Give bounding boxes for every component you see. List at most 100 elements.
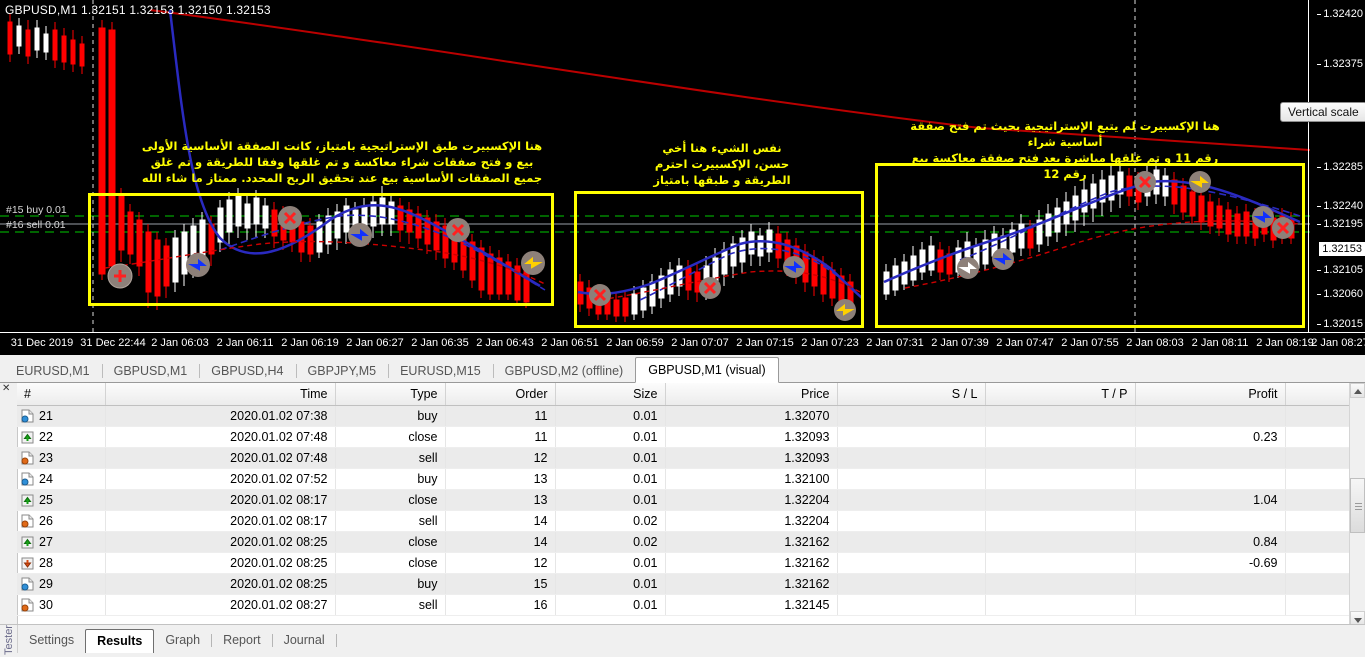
order-open-sell-icon bbox=[21, 598, 34, 612]
row-sl bbox=[837, 553, 985, 574]
row-price: 1.32162 bbox=[665, 574, 837, 595]
results-table[interactable]: # Time Type Order Size Price S / L T / P… bbox=[17, 383, 1365, 616]
col-header-order[interactable]: Order bbox=[445, 383, 555, 406]
row-sl bbox=[837, 574, 985, 595]
row-size: 0.02 bbox=[555, 532, 665, 553]
tab-settings[interactable]: Settings bbox=[18, 630, 85, 651]
row-time: 2020.01.02 08:27 bbox=[105, 595, 335, 616]
chart-tab-gbpusd-m1-visual[interactable]: GBPUSD,M1 (visual) bbox=[635, 357, 778, 383]
table-row[interactable]: 28 2020.01.02 08:25 close 12 0.01 1.3216… bbox=[17, 553, 1365, 574]
table-row[interactable]: 30 2020.01.02 08:27 sell 16 0.01 1.32145 bbox=[17, 595, 1365, 616]
chart-tab-gbpusd-h4[interactable]: GBPUSD,H4 bbox=[199, 360, 295, 382]
row-sl bbox=[837, 532, 985, 553]
row-price: 1.32204 bbox=[665, 490, 837, 511]
col-header-price[interactable]: Price bbox=[665, 383, 837, 406]
col-header-tp[interactable]: T / P bbox=[985, 383, 1135, 406]
tab-journal[interactable]: Journal bbox=[273, 630, 336, 651]
close-icon[interactable]: ✕ bbox=[2, 384, 10, 394]
time-tick: 2 Jan 07:15 bbox=[736, 337, 794, 349]
row-profit: 1.04 bbox=[1135, 490, 1285, 511]
tester-tab-bar[interactable]: Tester Settings Results Graph Report Jou… bbox=[0, 624, 1365, 653]
highlight-box-middle bbox=[574, 191, 864, 328]
order-open-buy-icon bbox=[21, 409, 34, 423]
chevron-down-icon bbox=[1354, 618, 1362, 623]
row-id-cell: 26 bbox=[17, 511, 105, 532]
table-row[interactable]: 21 2020.01.02 07:38 buy 11 0.01 1.32070 bbox=[17, 406, 1365, 427]
row-id: 28 bbox=[39, 556, 53, 570]
row-tp bbox=[985, 406, 1135, 427]
row-sl bbox=[837, 406, 985, 427]
row-id-cell: 25 bbox=[17, 490, 105, 511]
col-header-time[interactable]: Time bbox=[105, 383, 335, 406]
time-tick: 2 Jan 06:59 bbox=[606, 337, 664, 349]
row-size: 0.01 bbox=[555, 574, 665, 595]
row-sl bbox=[837, 595, 985, 616]
scroll-up-button[interactable] bbox=[1350, 383, 1365, 398]
chart-tab-gbpjpy-m5[interactable]: GBPJPY,M5 bbox=[296, 360, 389, 382]
col-header-size[interactable]: Size bbox=[555, 383, 665, 406]
table-row[interactable]: 23 2020.01.02 07:48 sell 12 0.01 1.32093 bbox=[17, 448, 1365, 469]
chart-tab-eurusd-m15[interactable]: EURUSD,M15 bbox=[388, 360, 493, 382]
price-tick: 1.32015 bbox=[1323, 318, 1363, 330]
row-profit: -0.69 bbox=[1135, 553, 1285, 574]
row-size: 0.01 bbox=[555, 490, 665, 511]
row-id-cell: 24 bbox=[17, 469, 105, 490]
col-header-type[interactable]: Type bbox=[335, 383, 445, 406]
col-header-id[interactable]: # bbox=[17, 383, 105, 406]
time-tick: 2 Jan 06:19 bbox=[281, 337, 339, 349]
row-type: close bbox=[335, 553, 445, 574]
time-scale[interactable]: 31 Dec 2019 31 Dec 22:44 2 Jan 06:03 2 J… bbox=[0, 332, 1365, 355]
price-scale[interactable]: 1.32420 1.32375 1.32330 1.32285 1.32240 … bbox=[1308, 0, 1365, 332]
chart-area[interactable]: GBPUSD,M1 1.32151 1.32153 1.32150 1.3215… bbox=[0, 0, 1365, 355]
row-tp bbox=[985, 448, 1135, 469]
col-header-sl[interactable]: S / L bbox=[837, 383, 985, 406]
row-id-cell: 27 bbox=[17, 532, 105, 553]
col-header-profit[interactable]: Profit bbox=[1135, 383, 1285, 406]
order-open-sell-icon bbox=[21, 514, 34, 528]
table-row[interactable]: 27 2020.01.02 08:25 close 14 0.02 1.3216… bbox=[17, 532, 1365, 553]
row-price: 1.32145 bbox=[665, 595, 837, 616]
results-table-body: 21 2020.01.02 07:38 buy 11 0.01 1.32070 … bbox=[17, 406, 1365, 616]
close-profit-icon bbox=[21, 430, 34, 444]
row-profit bbox=[1135, 469, 1285, 490]
close-loss-icon bbox=[21, 556, 34, 570]
metatrader-window: GBPUSD,M1 1.32151 1.32153 1.32150 1.3215… bbox=[0, 0, 1365, 653]
table-row[interactable]: 29 2020.01.02 08:25 buy 15 0.01 1.32162 bbox=[17, 574, 1365, 595]
row-order: 14 bbox=[445, 511, 555, 532]
price-tick: 1.32420 bbox=[1323, 8, 1363, 20]
close-profit-icon bbox=[21, 493, 34, 507]
time-tick: 2 Jan 06:43 bbox=[476, 337, 534, 349]
row-order: 13 bbox=[445, 490, 555, 511]
row-price: 1.32162 bbox=[665, 532, 837, 553]
row-id: 30 bbox=[39, 598, 53, 612]
results-scrollbar[interactable] bbox=[1349, 383, 1365, 626]
row-price: 1.32093 bbox=[665, 448, 837, 469]
row-tp bbox=[985, 532, 1135, 553]
row-tp bbox=[985, 469, 1135, 490]
chart-tab-eurusd-m1[interactable]: EURUSD,M1 bbox=[4, 360, 102, 382]
tab-separator bbox=[336, 634, 337, 647]
scrollbar-thumb[interactable] bbox=[1350, 478, 1365, 533]
tab-report[interactable]: Report bbox=[212, 630, 272, 651]
row-tp bbox=[985, 574, 1135, 595]
table-row[interactable]: 25 2020.01.02 08:17 close 13 0.01 1.3220… bbox=[17, 490, 1365, 511]
row-profit bbox=[1135, 448, 1285, 469]
time-tick: 2 Jan 07:31 bbox=[866, 337, 924, 349]
row-id: 22 bbox=[39, 430, 53, 444]
chart-tab-gbpusd-m1[interactable]: GBPUSD,M1 bbox=[102, 360, 200, 382]
tab-results[interactable]: Results bbox=[85, 629, 154, 653]
row-time: 2020.01.02 08:25 bbox=[105, 574, 335, 595]
row-id: 23 bbox=[39, 451, 53, 465]
row-type: close bbox=[335, 532, 445, 553]
table-row[interactable]: 26 2020.01.02 08:17 sell 14 0.02 1.32204 bbox=[17, 511, 1365, 532]
row-time: 2020.01.02 08:25 bbox=[105, 532, 335, 553]
table-row[interactable]: 22 2020.01.02 07:48 close 11 0.01 1.3209… bbox=[17, 427, 1365, 448]
row-size: 0.01 bbox=[555, 427, 665, 448]
annotation-middle: نفس الشيء هنا أخي حسن، الإكسبيرت احترم ا… bbox=[632, 140, 812, 188]
tab-graph[interactable]: Graph bbox=[154, 630, 211, 651]
table-row[interactable]: 24 2020.01.02 07:52 buy 13 0.01 1.32100 bbox=[17, 469, 1365, 490]
row-id: 27 bbox=[39, 535, 53, 549]
chart-tab-bar[interactable]: EURUSD,M1 GBPUSD,M1 GBPUSD,H4 GBPJPY,M5 … bbox=[0, 355, 1365, 383]
chart-tab-gbpusd-m2-offline[interactable]: GBPUSD,M2 (offline) bbox=[493, 360, 636, 382]
row-order: 12 bbox=[445, 448, 555, 469]
